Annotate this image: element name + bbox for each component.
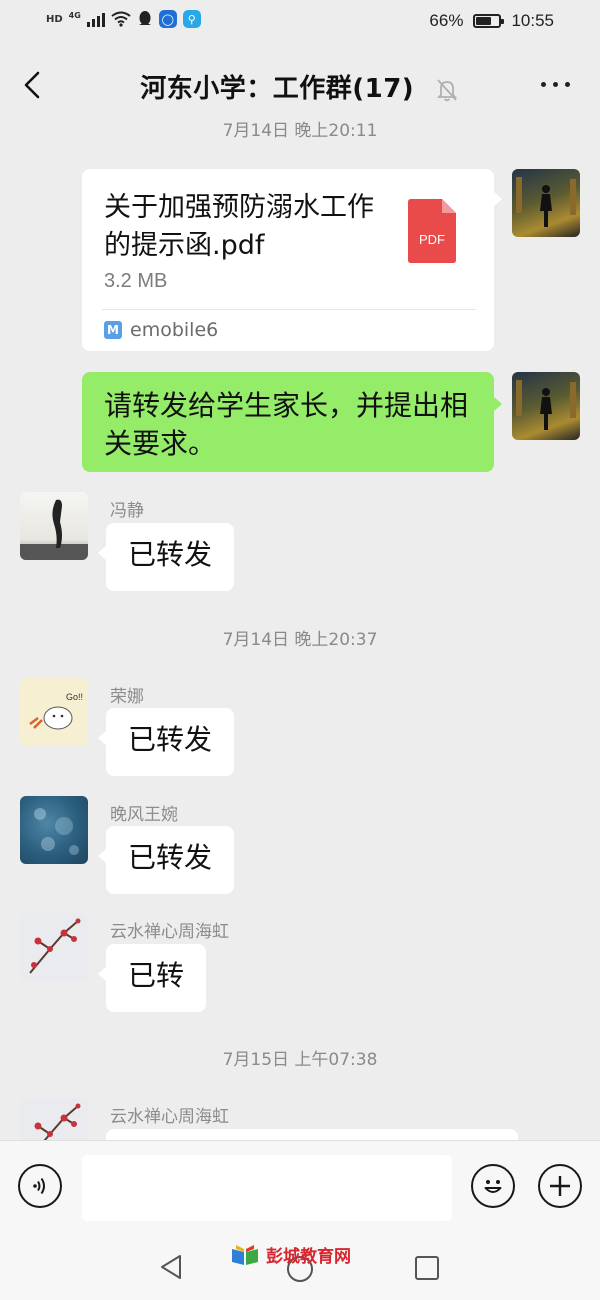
sender-name: 云水禅心周海虹: [110, 1107, 229, 1127]
avatar[interactable]: Go!!: [20, 678, 88, 746]
bulb-app-icon: ◯: [158, 10, 177, 28]
network-hd-label: HD: [46, 13, 63, 25]
search-app-icon: ⚲: [182, 10, 201, 28]
nav-recents-icon[interactable]: [414, 1255, 440, 1281]
network-gen-label: 4G: [68, 10, 81, 20]
avatar[interactable]: [20, 913, 88, 981]
system-navigation: 彭城教育网: [0, 1234, 600, 1300]
sender-name: 冯静: [110, 501, 144, 521]
nav-back-icon[interactable]: [158, 1254, 184, 1280]
timestamp: 7月15日 上午07:38: [222, 1050, 378, 1070]
avatar[interactable]: [20, 492, 88, 560]
sender-name: 云水禅心周海虹: [110, 922, 229, 942]
file-message[interactable]: 关于加强预防溺水工作的提示函.pdf 3.2 MB PDF Memobile6: [82, 169, 502, 351]
timestamp: 7月14日 晚上20:37: [222, 630, 378, 650]
sender-name: 晚风王婉: [110, 805, 178, 825]
voice-icon[interactable]: [18, 1164, 62, 1208]
pdf-type-label: PDF: [419, 232, 445, 247]
file-size: 3.2 MB: [104, 270, 168, 292]
my-avatar[interactable]: [512, 169, 580, 237]
message-list[interactable]: 7月14日 晚上20:11 关于加强预防溺水工作的提示函.pdf 3.2 MB …: [0, 110, 600, 1140]
wifi-icon: [111, 11, 131, 27]
bell-off-icon: [436, 78, 457, 101]
outgoing-text-message[interactable]: 请转发给学生家长，并提出相关要求。: [82, 372, 502, 472]
message-bubble[interactable]: 已转: [98, 944, 206, 1012]
divider: [102, 309, 476, 310]
status-bar: HD 4G ◯ ⚲ 66% 10:55: [0, 0, 600, 44]
book-logo-icon: [232, 1244, 258, 1265]
message-bubble[interactable]: 已转发: [98, 826, 234, 894]
more-dots-icon[interactable]: [541, 82, 570, 87]
sender-name: 荣娜: [110, 687, 144, 707]
message-input[interactable]: [82, 1155, 452, 1221]
emoji-icon[interactable]: [471, 1164, 515, 1208]
file-source: emobile6: [130, 319, 219, 341]
battery-percent: 66%: [429, 11, 464, 30]
my-avatar[interactable]: [512, 372, 580, 440]
emobile-logo-icon: M: [104, 321, 122, 339]
battery-icon: [473, 14, 505, 28]
plus-icon[interactable]: [538, 1164, 582, 1208]
message-bubble[interactable]: [106, 1129, 518, 1140]
message-bubble[interactable]: 已转发: [98, 708, 234, 776]
chat-title: 河东小学：工作群(17): [140, 74, 415, 104]
pdf-file-icon: PDF: [408, 199, 456, 263]
avatar[interactable]: [20, 796, 88, 864]
avatar[interactable]: [20, 1098, 88, 1140]
timestamp: 7月14日 晚上20:11: [222, 121, 378, 141]
input-bar: [0, 1140, 600, 1235]
file-name: 关于加强预防溺水工作的提示函.pdf: [104, 192, 374, 261]
clock: 10:55: [511, 11, 554, 30]
signal-icon: [86, 11, 105, 27]
avatar-caption: Go!!: [66, 692, 83, 702]
watermark: 彭城教育网: [230, 1242, 351, 1267]
qq-icon: [138, 11, 151, 25]
watermark-text: 彭城教育网: [266, 1247, 351, 1267]
message-bubble[interactable]: 已转发: [98, 523, 234, 591]
